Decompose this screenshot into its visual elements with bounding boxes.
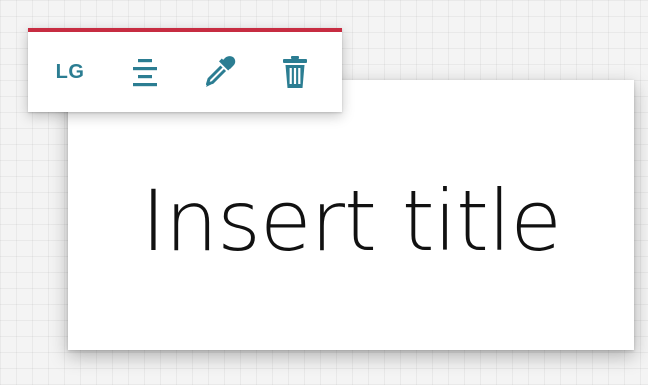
trash-icon xyxy=(283,56,307,88)
align-center-button[interactable] xyxy=(125,50,165,94)
title-text[interactable]: Insert title xyxy=(141,172,562,270)
size-button[interactable]: LG xyxy=(50,50,90,94)
eyedropper-icon xyxy=(206,56,236,87)
color-picker-button[interactable] xyxy=(200,50,240,94)
align-center-icon xyxy=(133,59,157,87)
title-block[interactable]: Insert title xyxy=(68,80,634,350)
block-toolbar: LG xyxy=(28,28,342,112)
size-label: LG xyxy=(55,60,85,83)
delete-button[interactable] xyxy=(275,50,315,94)
